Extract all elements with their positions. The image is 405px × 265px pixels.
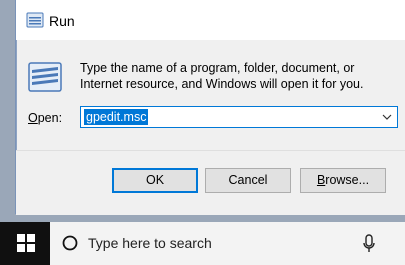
windows-start-icon[interactable] xyxy=(17,234,35,252)
open-label-rest: pen: xyxy=(37,111,63,125)
search-circle-icon xyxy=(62,235,78,251)
chevron-down-icon[interactable] xyxy=(382,113,392,121)
window-title: Run xyxy=(49,13,75,29)
open-input-value[interactable]: gpedit.msc xyxy=(84,109,149,125)
run-icon xyxy=(26,12,44,28)
open-input[interactable]: gpedit.msc xyxy=(80,106,398,128)
open-label-mnemonic: O xyxy=(28,111,38,125)
browse-button[interactable]: Browse... xyxy=(300,168,386,193)
ok-button[interactable]: OK xyxy=(112,168,198,193)
browse-label-rest: rowse... xyxy=(325,173,370,187)
description-text: Type the name of a program, folder, docu… xyxy=(80,61,364,91)
taskbar-search-box[interactable]: Type here to search xyxy=(50,222,405,265)
search-placeholder[interactable]: Type here to search xyxy=(88,235,212,251)
open-label: Open: xyxy=(28,111,62,125)
cancel-button[interactable]: Cancel xyxy=(205,168,291,193)
microphone-icon[interactable] xyxy=(362,234,376,254)
title-bar[interactable]: Run xyxy=(16,0,405,40)
run-icon xyxy=(28,62,62,92)
